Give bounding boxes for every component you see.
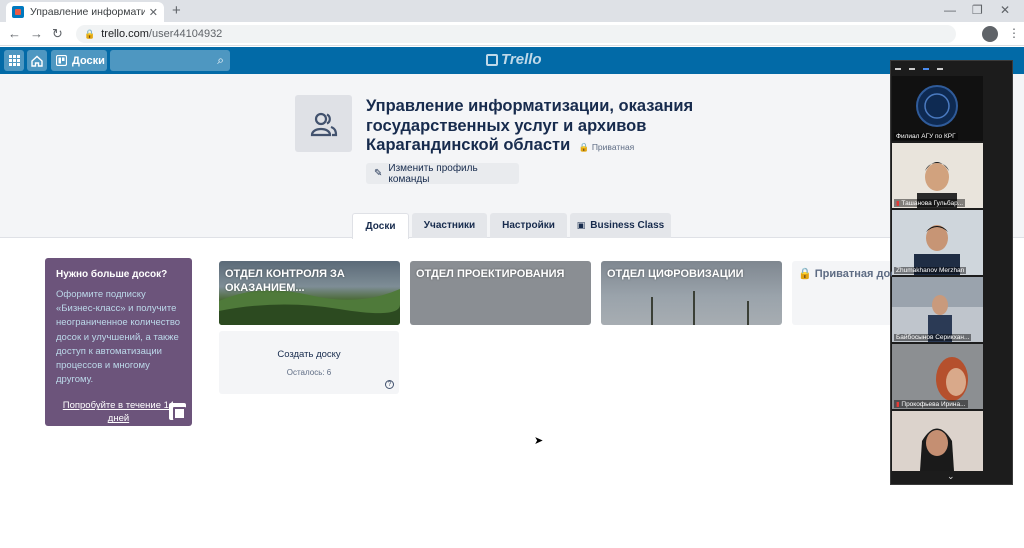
board-tile[interactable]: ОТДЕЛ ЦИФРОВИЗАЦИИ xyxy=(601,261,782,325)
trello-logo[interactable]: Trello xyxy=(486,51,542,68)
trello-board-icon xyxy=(169,403,186,420)
maximize-window-icon[interactable]: ❐ xyxy=(972,3,983,17)
tab-label: Настройки xyxy=(502,220,555,231)
participant-name: ▮ Ташанова Гульбар... xyxy=(894,199,966,207)
edit-team-profile-button[interactable]: ✎ Изменить профиль команды xyxy=(366,162,519,185)
board-tile[interactable]: ОТДЕЛ ПРОЕКТИРОВАНИЯ xyxy=(410,261,591,325)
participant-tile[interactable] xyxy=(892,411,983,471)
tab-label: Доски xyxy=(365,221,396,232)
board-tile[interactable]: 🔒 Приватная дос xyxy=(792,261,892,325)
account-icon[interactable] xyxy=(982,26,998,42)
organization-emblem-icon xyxy=(916,85,958,127)
palm-tree xyxy=(651,297,653,325)
palm-tree xyxy=(747,301,749,325)
back-icon[interactable]: ← xyxy=(8,26,21,41)
mic-muted-icon: ▮ xyxy=(896,401,900,408)
new-tab-button[interactable]: + xyxy=(172,2,181,19)
participant-tile[interactable]: Zhumakhanov Merzhan xyxy=(892,210,983,275)
team-people-icon xyxy=(310,112,337,136)
browser-menu-icon[interactable]: ⋮ xyxy=(1008,26,1020,40)
board-title: ОТДЕЛ ПРОЕКТИРОВАНИЯ xyxy=(416,268,565,280)
tab-settings[interactable]: Настройки xyxy=(490,213,567,238)
pencil-icon: ✎ xyxy=(374,168,383,179)
search-icon: ⌕ xyxy=(217,53,224,67)
close-tab-icon[interactable]: ✕ xyxy=(149,6,158,19)
toolbar-speaker-view-icon[interactable] xyxy=(923,67,929,70)
trello-logo-icon xyxy=(486,53,498,66)
promo-heading: Нужно больше досок? xyxy=(56,269,168,280)
url-field[interactable]: 🔒 trello.com/user44104932 xyxy=(76,25,956,43)
participant-name: Zhumakhanov Merzhan xyxy=(894,267,967,274)
visibility-badge: 🔒 Приватная xyxy=(579,142,634,152)
boards-remaining: Осталось: 6 xyxy=(286,368,332,377)
minimize-window-icon[interactable]: — xyxy=(944,3,956,17)
forward-icon[interactable]: → xyxy=(30,26,43,41)
team-name: Управление информатизации, оказания госу… xyxy=(366,97,696,158)
participant-video xyxy=(914,225,960,275)
board-title: ОТДЕЛ ЦИФРОВИЗАЦИИ xyxy=(607,268,744,280)
team-avatar xyxy=(295,95,352,152)
board-tile[interactable]: ОТДЕЛ КОНТРОЛЯ ЗА ОКАЗАНИЕМ... xyxy=(219,261,400,325)
edit-team-profile-label: Изменить профиль команды xyxy=(388,162,478,185)
create-board-label: Создать доску xyxy=(277,349,341,360)
briefcase-icon: ▣ xyxy=(576,220,586,230)
tab-label: Участники xyxy=(423,220,476,231)
mouse-cursor-icon: ➤ xyxy=(534,435,544,447)
reload-icon[interactable]: ↻ xyxy=(52,26,63,42)
lock-icon: 🔒 xyxy=(84,28,96,39)
private-board-label: 🔒 Приватная дос xyxy=(798,267,892,281)
url-host: trello.com xyxy=(101,28,149,40)
try-free-link[interactable]: Попробуйте в течение 14 дней xyxy=(56,399,181,425)
board-title: ОТДЕЛ КОНТРОЛЯ ЗА ОКАЗАНИЕМ... xyxy=(225,268,345,294)
close-window-icon[interactable]: ✕ xyxy=(1000,3,1010,17)
tab-members[interactable]: Участники xyxy=(412,213,487,238)
participant-video xyxy=(920,428,954,471)
video-panel-toolbar xyxy=(891,61,1012,76)
palm-tree xyxy=(693,291,695,325)
participant-name: ▮ Прокофьева Ирина... xyxy=(894,400,968,408)
url-path: /user44104932 xyxy=(148,28,223,40)
participant-name: Филиал АГУ по КРГ xyxy=(894,133,958,140)
participant-tile[interactable]: Филиал АГУ по КРГ xyxy=(892,76,983,141)
lock-icon: 🔒 xyxy=(798,268,812,280)
trello-favicon-icon xyxy=(12,6,24,18)
promo-body: Оформите подписку «Бизнес-класс» и получ… xyxy=(56,289,181,386)
create-board-tile[interactable]: Создать доску Осталось: 6 ? xyxy=(219,331,399,394)
home-icon[interactable] xyxy=(27,50,47,71)
search-input[interactable]: ⌕ xyxy=(110,50,230,71)
mic-muted-icon: ▮ xyxy=(896,200,900,207)
participant-tile[interactable]: Байбосынов Серикхан... xyxy=(892,277,983,342)
participant-tile[interactable]: ▮ Ташанова Гульбар... xyxy=(892,143,983,208)
address-bar-row: ← → ↻ 🔒 trello.com/user44104932 xyxy=(0,22,1024,46)
boards-button[interactable]: Доски xyxy=(51,50,107,71)
toolbar-minimize-icon[interactable] xyxy=(895,67,901,70)
tab-boards[interactable]: Доски xyxy=(352,213,409,239)
boards-button-label: Доски xyxy=(72,54,105,67)
trello-logo-text: Trello xyxy=(501,51,542,68)
chevron-down-icon[interactable]: ⌄ xyxy=(947,471,955,482)
apps-grid-icon[interactable] xyxy=(4,50,24,71)
browser-tab-title: Управление информатизации, с xyxy=(30,6,145,18)
video-call-panel: Филиал АГУ по КРГ ▮ Ташанова Гульбар... … xyxy=(890,60,1013,485)
help-icon[interactable]: ? xyxy=(385,380,394,389)
team-name-text: Управление информатизации, оказания госу… xyxy=(366,97,694,154)
boards-icon xyxy=(56,55,67,66)
upgrade-promo-card: Нужно больше досок? Оформите подписку «Б… xyxy=(45,258,192,426)
toolbar-gallery-view-icon[interactable] xyxy=(937,67,943,70)
tab-label: Business Class xyxy=(590,220,665,231)
browser-tab-bar: Управление информатизации, с ✕ + — ❐ ✕ xyxy=(0,0,1024,22)
browser-tab[interactable]: Управление информатизации, с ✕ xyxy=(6,2,164,22)
visibility-label: Приватная xyxy=(591,142,635,152)
participant-video xyxy=(892,277,983,342)
lock-icon: 🔒 xyxy=(578,142,590,152)
board-title: Приватная дос xyxy=(814,268,892,280)
tab-business-class[interactable]: ▣ Business Class xyxy=(570,213,671,238)
toolbar-restore-icon[interactable] xyxy=(909,67,915,70)
participant-tile[interactable]: ▮ Прокофьева Ирина... xyxy=(892,344,983,409)
participant-name: Байбосынов Серикхан... xyxy=(894,334,972,341)
